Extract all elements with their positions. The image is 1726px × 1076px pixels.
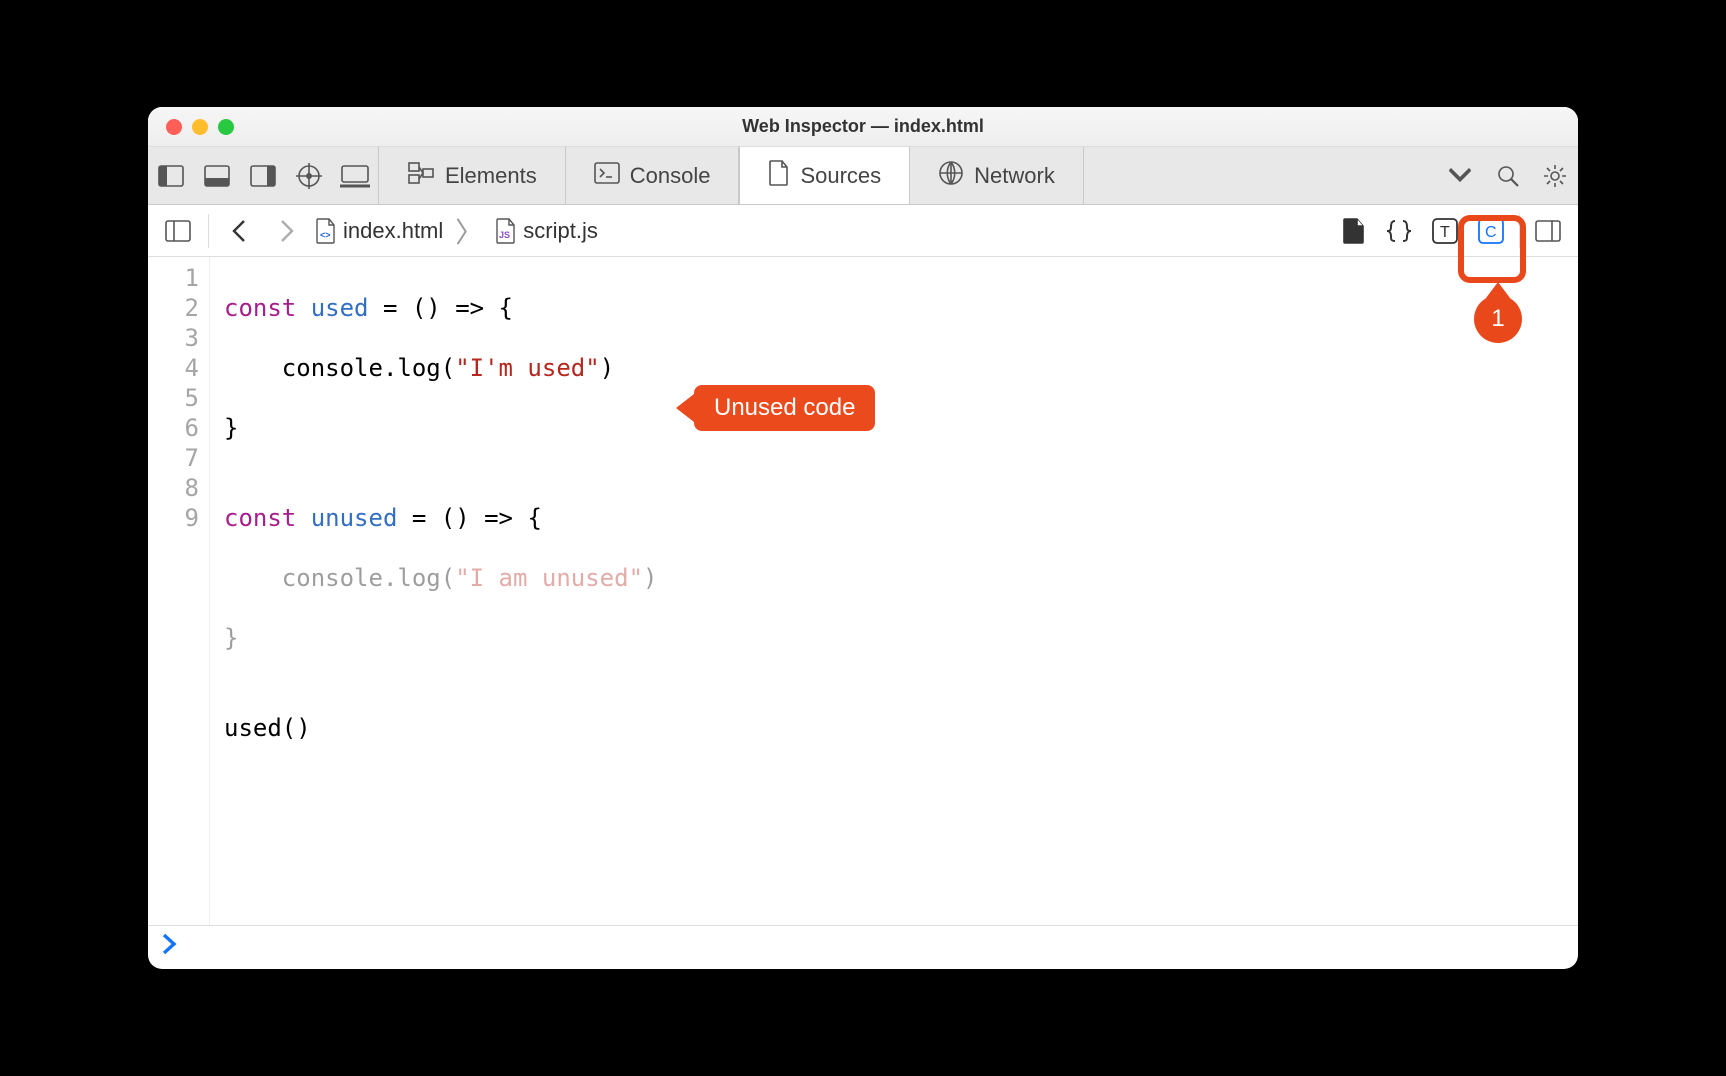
- code-content[interactable]: const used = () => { console.log("I'm us…: [210, 257, 657, 925]
- tab-elements-label: Elements: [445, 163, 537, 189]
- line-number: 7: [148, 443, 199, 473]
- zoom-window-button[interactable]: [218, 119, 234, 135]
- code-line: const used = () => {: [224, 293, 657, 323]
- source-navbar: <> index.html 〉 JS script.js T C: [148, 205, 1578, 257]
- titlebar: Web Inspector — index.html: [148, 107, 1578, 147]
- tab-network[interactable]: Network: [910, 147, 1084, 204]
- tab-sources-label: Sources: [800, 163, 881, 189]
- line-number: 3: [148, 323, 199, 353]
- source-editor[interactable]: 1 2 3 4 5 6 7 8 9 const used = () => { c…: [148, 257, 1578, 925]
- tab-console[interactable]: Console: [566, 147, 740, 204]
- tab-network-label: Network: [974, 163, 1055, 189]
- more-tabs-icon[interactable]: [1438, 147, 1484, 204]
- html-file-icon: <>: [315, 218, 337, 244]
- settings-gear-icon[interactable]: [1532, 147, 1578, 204]
- element-selection-icon[interactable]: [286, 147, 332, 204]
- code-line: used(): [224, 713, 657, 743]
- line-number: 6: [148, 413, 199, 443]
- window-controls: [148, 119, 234, 135]
- close-window-button[interactable]: [166, 119, 182, 135]
- window-title: Web Inspector — index.html: [148, 116, 1578, 137]
- svg-text:C: C: [1485, 224, 1497, 241]
- code-line-unused: }: [224, 623, 657, 653]
- minimize-window-button[interactable]: [192, 119, 208, 135]
- network-icon: [938, 160, 964, 192]
- line-number: 5: [148, 383, 199, 413]
- search-icon[interactable]: [1485, 147, 1531, 204]
- annotation-arrow-icon: [676, 394, 694, 422]
- breadcrumb-script-js[interactable]: JS script.js: [495, 218, 598, 244]
- unused-code-annotation: Unused code: [676, 385, 875, 431]
- svg-text:JS: JS: [499, 230, 510, 240]
- toggle-navigator-icon[interactable]: [158, 211, 198, 251]
- line-number: 4: [148, 353, 199, 383]
- unused-code-label: Unused code: [694, 385, 875, 431]
- breadcrumb-index-label: index.html: [343, 218, 443, 244]
- elements-icon: [407, 161, 435, 191]
- js-file-icon: JS: [495, 218, 517, 244]
- code-coverage-icon[interactable]: C: [1471, 211, 1511, 251]
- web-inspector-window: Web Inspector — index.html: [148, 107, 1578, 969]
- line-number: 2: [148, 293, 199, 323]
- line-number: 1: [148, 263, 199, 293]
- code-line: console.log("I'm used"): [224, 353, 657, 383]
- svg-text:T: T: [1440, 224, 1450, 241]
- console-prompt-icon: [162, 932, 178, 963]
- toggle-details-sidebar-icon[interactable]: [1528, 211, 1568, 251]
- svg-text:<>: <>: [320, 230, 331, 240]
- breadcrumb-separator-icon: 〉: [455, 211, 483, 251]
- type-profiler-icon[interactable]: T: [1425, 211, 1465, 251]
- dock-right-icon[interactable]: [240, 147, 286, 204]
- breadcrumb-index-html[interactable]: <> index.html: [315, 218, 443, 244]
- file-type-icon[interactable]: [1333, 211, 1373, 251]
- device-icon[interactable]: [332, 147, 378, 204]
- sources-icon: [768, 160, 790, 192]
- line-number: 9: [148, 503, 199, 533]
- pretty-print-icon[interactable]: [1379, 211, 1419, 251]
- dock-bottom-icon[interactable]: [194, 147, 240, 204]
- console-prompt-strip[interactable]: [148, 925, 1578, 969]
- breadcrumb-script-label: script.js: [523, 218, 598, 244]
- code-line: }: [224, 413, 657, 443]
- tab-console-label: Console: [630, 163, 711, 189]
- tab-elements[interactable]: Elements: [379, 147, 566, 204]
- inspector-tabbar: Elements Console Sources Network: [148, 147, 1578, 205]
- line-number: 8: [148, 473, 199, 503]
- code-line: const unused = () => {: [224, 503, 657, 533]
- code-line-unused: console.log("I am unused"): [224, 563, 657, 593]
- tab-sources[interactable]: Sources: [739, 147, 910, 204]
- nav-back-icon[interactable]: [219, 211, 259, 251]
- line-gutter: 1 2 3 4 5 6 7 8 9: [148, 257, 210, 925]
- console-icon: [594, 162, 620, 190]
- nav-forward-icon[interactable]: [267, 211, 307, 251]
- dock-left-icon[interactable]: [148, 147, 194, 204]
